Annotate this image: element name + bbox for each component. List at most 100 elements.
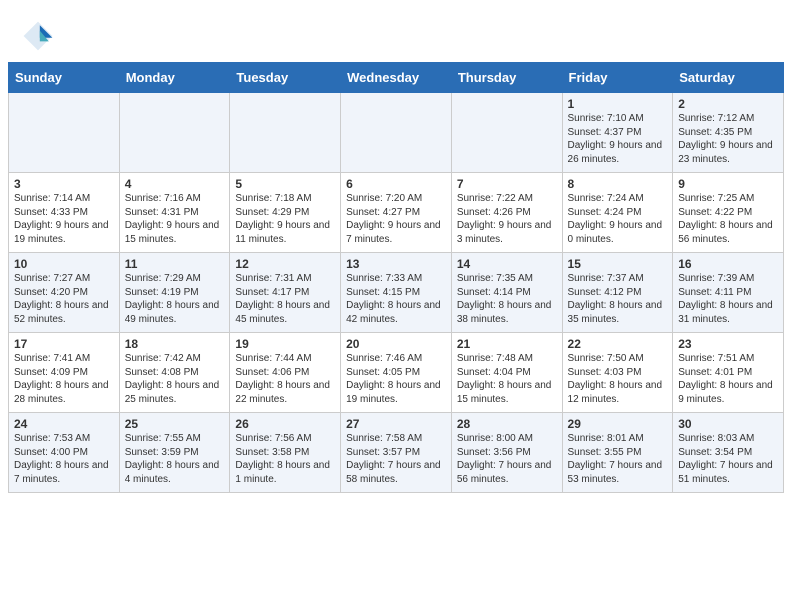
day-info: Sunrise: 7:33 AM Sunset: 4:15 PM Dayligh… (346, 272, 446, 326)
calendar-cell: 29Sunrise: 8:01 AM Sunset: 3:55 PM Dayli… (562, 413, 673, 493)
calendar-cell: 12Sunrise: 7:31 AM Sunset: 4:17 PM Dayli… (230, 253, 341, 333)
week-row-1: 3Sunrise: 7:14 AM Sunset: 4:33 PM Daylig… (9, 173, 784, 253)
day-info: Sunrise: 7:53 AM Sunset: 4:00 PM Dayligh… (14, 432, 114, 486)
calendar-cell (341, 93, 452, 173)
day-number: 22 (568, 337, 668, 351)
calendar-cell (230, 93, 341, 173)
day-number: 7 (457, 177, 557, 191)
day-number: 18 (125, 337, 225, 351)
day-number: 16 (678, 257, 778, 271)
day-number: 3 (14, 177, 114, 191)
day-info: Sunrise: 7:22 AM Sunset: 4:26 PM Dayligh… (457, 192, 557, 246)
week-row-3: 17Sunrise: 7:41 AM Sunset: 4:09 PM Dayli… (9, 333, 784, 413)
calendar-cell: 22Sunrise: 7:50 AM Sunset: 4:03 PM Dayli… (562, 333, 673, 413)
calendar-cell: 27Sunrise: 7:58 AM Sunset: 3:57 PM Dayli… (341, 413, 452, 493)
day-info: Sunrise: 7:29 AM Sunset: 4:19 PM Dayligh… (125, 272, 225, 326)
day-info: Sunrise: 7:12 AM Sunset: 4:35 PM Dayligh… (678, 112, 778, 166)
calendar-cell: 15Sunrise: 7:37 AM Sunset: 4:12 PM Dayli… (562, 253, 673, 333)
week-row-2: 10Sunrise: 7:27 AM Sunset: 4:20 PM Dayli… (9, 253, 784, 333)
calendar-header: SundayMondayTuesdayWednesdayThursdayFrid… (9, 63, 784, 93)
day-number: 26 (235, 417, 335, 431)
calendar-cell: 13Sunrise: 7:33 AM Sunset: 4:15 PM Dayli… (341, 253, 452, 333)
col-header-tuesday: Tuesday (230, 63, 341, 93)
day-number: 29 (568, 417, 668, 431)
calendar-cell: 30Sunrise: 8:03 AM Sunset: 3:54 PM Dayli… (673, 413, 784, 493)
day-info: Sunrise: 7:42 AM Sunset: 4:08 PM Dayligh… (125, 352, 225, 406)
day-info: Sunrise: 7:41 AM Sunset: 4:09 PM Dayligh… (14, 352, 114, 406)
day-number: 12 (235, 257, 335, 271)
col-header-sunday: Sunday (9, 63, 120, 93)
calendar-cell: 26Sunrise: 7:56 AM Sunset: 3:58 PM Dayli… (230, 413, 341, 493)
calendar-cell: 9Sunrise: 7:25 AM Sunset: 4:22 PM Daylig… (673, 173, 784, 253)
calendar-cell: 16Sunrise: 7:39 AM Sunset: 4:11 PM Dayli… (673, 253, 784, 333)
calendar-cell: 11Sunrise: 7:29 AM Sunset: 4:19 PM Dayli… (119, 253, 230, 333)
day-number: 1 (568, 97, 668, 111)
day-info: Sunrise: 7:58 AM Sunset: 3:57 PM Dayligh… (346, 432, 446, 486)
day-info: Sunrise: 7:16 AM Sunset: 4:31 PM Dayligh… (125, 192, 225, 246)
calendar-cell: 21Sunrise: 7:48 AM Sunset: 4:04 PM Dayli… (451, 333, 562, 413)
day-info: Sunrise: 7:55 AM Sunset: 3:59 PM Dayligh… (125, 432, 225, 486)
day-info: Sunrise: 7:31 AM Sunset: 4:17 PM Dayligh… (235, 272, 335, 326)
day-info: Sunrise: 7:10 AM Sunset: 4:37 PM Dayligh… (568, 112, 668, 166)
calendar-cell (9, 93, 120, 173)
day-number: 30 (678, 417, 778, 431)
calendar-cell: 24Sunrise: 7:53 AM Sunset: 4:00 PM Dayli… (9, 413, 120, 493)
day-info: Sunrise: 7:27 AM Sunset: 4:20 PM Dayligh… (14, 272, 114, 326)
day-info: Sunrise: 8:03 AM Sunset: 3:54 PM Dayligh… (678, 432, 778, 486)
day-number: 14 (457, 257, 557, 271)
calendar-cell: 8Sunrise: 7:24 AM Sunset: 4:24 PM Daylig… (562, 173, 673, 253)
day-number: 24 (14, 417, 114, 431)
logo-icon (20, 18, 56, 54)
col-header-saturday: Saturday (673, 63, 784, 93)
day-info: Sunrise: 7:37 AM Sunset: 4:12 PM Dayligh… (568, 272, 668, 326)
day-number: 6 (346, 177, 446, 191)
day-number: 20 (346, 337, 446, 351)
day-info: Sunrise: 7:44 AM Sunset: 4:06 PM Dayligh… (235, 352, 335, 406)
calendar-cell: 10Sunrise: 7:27 AM Sunset: 4:20 PM Dayli… (9, 253, 120, 333)
day-info: Sunrise: 7:35 AM Sunset: 4:14 PM Dayligh… (457, 272, 557, 326)
day-number: 8 (568, 177, 668, 191)
day-number: 11 (125, 257, 225, 271)
day-info: Sunrise: 7:20 AM Sunset: 4:27 PM Dayligh… (346, 192, 446, 246)
day-number: 2 (678, 97, 778, 111)
day-info: Sunrise: 7:51 AM Sunset: 4:01 PM Dayligh… (678, 352, 778, 406)
day-info: Sunrise: 7:14 AM Sunset: 4:33 PM Dayligh… (14, 192, 114, 246)
calendar-cell: 7Sunrise: 7:22 AM Sunset: 4:26 PM Daylig… (451, 173, 562, 253)
day-number: 4 (125, 177, 225, 191)
day-number: 17 (14, 337, 114, 351)
calendar-wrap: SundayMondayTuesdayWednesdayThursdayFrid… (0, 62, 792, 501)
calendar-table: SundayMondayTuesdayWednesdayThursdayFrid… (8, 62, 784, 493)
calendar-cell: 4Sunrise: 7:16 AM Sunset: 4:31 PM Daylig… (119, 173, 230, 253)
col-header-monday: Monday (119, 63, 230, 93)
day-number: 23 (678, 337, 778, 351)
day-number: 28 (457, 417, 557, 431)
calendar-cell (119, 93, 230, 173)
calendar-cell: 28Sunrise: 8:00 AM Sunset: 3:56 PM Dayli… (451, 413, 562, 493)
day-info: Sunrise: 7:46 AM Sunset: 4:05 PM Dayligh… (346, 352, 446, 406)
day-info: Sunrise: 7:48 AM Sunset: 4:04 PM Dayligh… (457, 352, 557, 406)
calendar-cell: 19Sunrise: 7:44 AM Sunset: 4:06 PM Dayli… (230, 333, 341, 413)
calendar-cell: 5Sunrise: 7:18 AM Sunset: 4:29 PM Daylig… (230, 173, 341, 253)
calendar-cell (451, 93, 562, 173)
calendar-cell: 2Sunrise: 7:12 AM Sunset: 4:35 PM Daylig… (673, 93, 784, 173)
week-row-4: 24Sunrise: 7:53 AM Sunset: 4:00 PM Dayli… (9, 413, 784, 493)
calendar-cell: 1Sunrise: 7:10 AM Sunset: 4:37 PM Daylig… (562, 93, 673, 173)
day-number: 27 (346, 417, 446, 431)
day-info: Sunrise: 7:25 AM Sunset: 4:22 PM Dayligh… (678, 192, 778, 246)
calendar-cell: 25Sunrise: 7:55 AM Sunset: 3:59 PM Dayli… (119, 413, 230, 493)
day-info: Sunrise: 8:00 AM Sunset: 3:56 PM Dayligh… (457, 432, 557, 486)
day-number: 19 (235, 337, 335, 351)
calendar-cell: 17Sunrise: 7:41 AM Sunset: 4:09 PM Dayli… (9, 333, 120, 413)
calendar-cell: 23Sunrise: 7:51 AM Sunset: 4:01 PM Dayli… (673, 333, 784, 413)
day-info: Sunrise: 7:56 AM Sunset: 3:58 PM Dayligh… (235, 432, 335, 486)
calendar-cell: 18Sunrise: 7:42 AM Sunset: 4:08 PM Dayli… (119, 333, 230, 413)
page-header (0, 0, 792, 62)
logo (20, 18, 60, 54)
day-number: 13 (346, 257, 446, 271)
col-header-thursday: Thursday (451, 63, 562, 93)
calendar-cell: 14Sunrise: 7:35 AM Sunset: 4:14 PM Dayli… (451, 253, 562, 333)
day-number: 5 (235, 177, 335, 191)
col-header-friday: Friday (562, 63, 673, 93)
day-number: 9 (678, 177, 778, 191)
day-info: Sunrise: 7:24 AM Sunset: 4:24 PM Dayligh… (568, 192, 668, 246)
